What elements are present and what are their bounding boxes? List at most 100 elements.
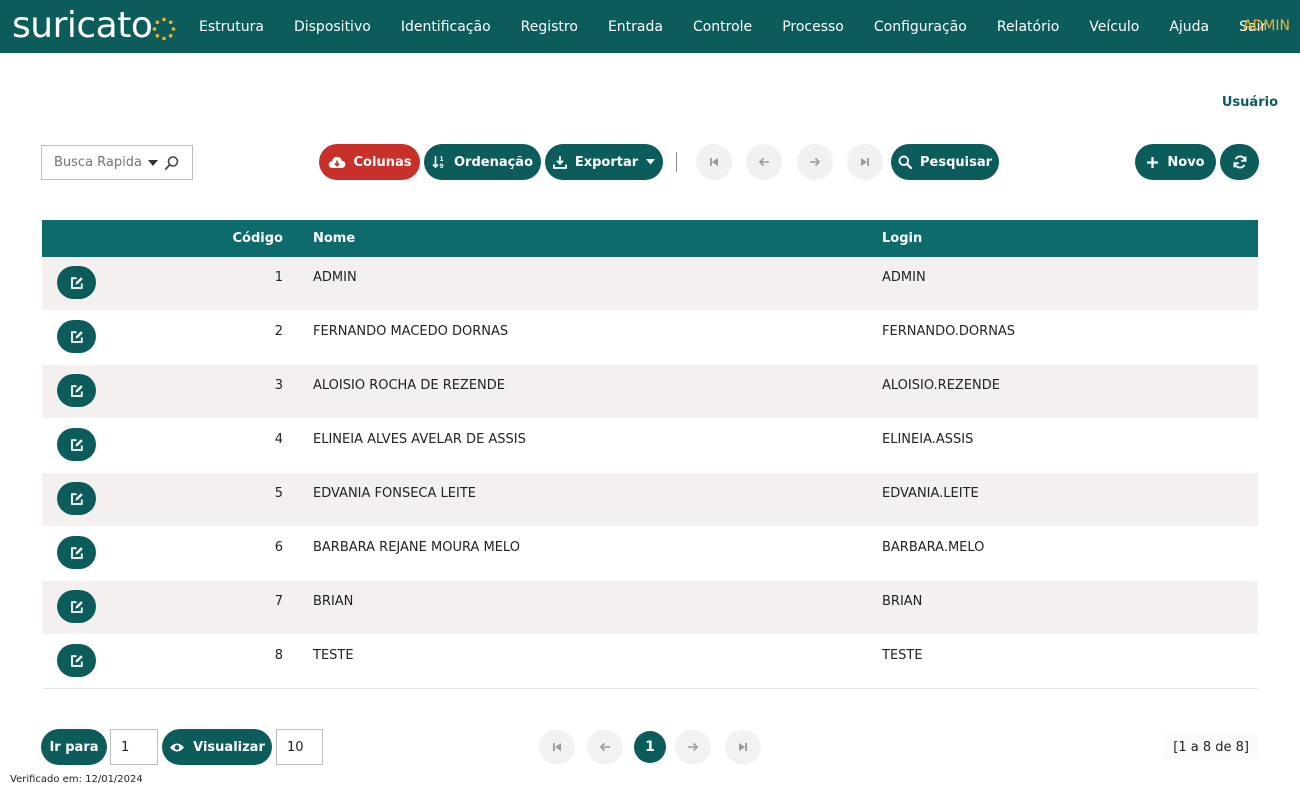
users-table: Código Nome Login 1 ADMIN ADMIN 2 FERNAN… [42,220,1258,689]
menu-dispositivo[interactable]: Dispositivo [294,19,371,35]
column-header-name[interactable]: Nome [313,231,355,246]
goto-button[interactable]: Ir para [41,729,107,765]
quick-search-input[interactable] [54,155,146,170]
last-page-button[interactable] [725,730,761,764]
menu-ajuda[interactable]: Ajuda [1169,19,1209,35]
quick-search-box [41,145,193,180]
previous-record-button[interactable] [746,144,782,180]
edit-button[interactable] [57,374,96,407]
cell-name: BARBARA REJANE MOURA MELO [313,540,520,555]
verified-date: Verificado em: 12/01/2024 [10,774,143,785]
edit-button[interactable] [57,590,96,623]
cell-name: ELINEIA ALVES AVELAR DE ASSIS [313,432,526,447]
cell-login: EDVANIA.LEITE [882,486,979,501]
edit-button[interactable] [57,482,96,515]
caret-down-icon[interactable] [148,159,158,166]
cell-login: BRIAN [882,594,923,609]
edit-button[interactable] [57,536,96,569]
cell-login: TESTE [882,648,923,663]
table-row[interactable]: 5 EDVANIA FONSECA LEITE EDVANIA.LEITE [42,473,1258,527]
cell-name: ADMIN [313,270,357,285]
edit-button[interactable] [57,266,96,299]
arrow-right-icon [810,157,821,167]
edit-icon [70,654,83,667]
new-button[interactable]: Novo [1135,144,1216,180]
menu-registro[interactable]: Registro [521,19,578,35]
menu-entrada[interactable]: Entrada [608,19,663,35]
sort-button[interactable]: 19 Ordenação [424,144,541,180]
new-label: Novo [1167,154,1205,170]
first-page-button[interactable] [539,730,575,764]
menu-controle[interactable]: Controle [693,19,752,35]
search-icon[interactable] [164,155,180,171]
table-row[interactable]: 7 BRIAN BRIAN [42,581,1258,635]
column-header-login[interactable]: Login [882,231,922,246]
edit-button[interactable] [57,644,96,677]
cell-code: 7 [274,594,283,609]
skip-first-icon [710,158,718,166]
goto-label: Ir para [49,739,99,755]
last-record-button[interactable] [847,144,883,180]
cell-code: 4 [274,432,283,447]
next-page-button[interactable] [675,730,711,764]
table-row[interactable]: 6 BARBARA REJANE MOURA MELO BARBARA.MELO [42,527,1258,581]
edit-icon [70,546,83,559]
cell-login: FERNANDO.DORNAS [882,324,1016,339]
user-menu[interactable]: ADMIN [1243,18,1290,34]
caret-down-icon [646,159,656,165]
arrow-left-icon [758,157,769,167]
svg-text:9: 9 [439,163,443,169]
search-button[interactable]: Pesquisar [891,144,999,180]
view-button[interactable]: Visualizar [162,729,272,765]
table-row[interactable]: 1 ADMIN ADMIN [42,257,1258,311]
arrow-right-icon [688,742,699,752]
cell-login: ELINEIA.ASSIS [882,432,974,447]
cell-name: EDVANIA FONSECA LEITE [313,486,476,501]
toolbar-divider [676,152,677,172]
previous-page-button[interactable] [587,730,623,764]
export-button[interactable]: Exportar [545,144,663,180]
goto-page-input[interactable]: 1 [110,729,158,765]
cell-code: 6 [274,540,283,555]
cell-name: FERNANDO MACEDO DORNAS [313,324,509,339]
search-label: Pesquisar [919,154,993,170]
cell-login: BARBARA.MELO [882,540,985,555]
logo-dots-icon [153,17,176,41]
sort-icon: 19 [432,156,444,169]
next-record-button[interactable] [797,144,833,180]
edit-icon [70,600,83,613]
table-header: Código Nome Login [42,220,1258,257]
columns-button[interactable]: Colunas [319,144,420,180]
cell-name: TESTE [313,648,354,663]
menu-configuracao[interactable]: Configuração [874,19,967,35]
cell-code: 3 [274,378,283,393]
table-row[interactable]: 4 ELINEIA ALVES AVELAR DE ASSIS ELINEIA.… [42,419,1258,473]
search-icon [898,155,912,169]
page-title: Usuário [1221,95,1278,110]
table-row[interactable]: 2 FERNANDO MACEDO DORNAS FERNANDO.DORNAS [42,311,1258,365]
export-label: Exportar [574,154,639,170]
record-range: [1 a 8 de 8] [1164,735,1258,759]
edit-button[interactable] [57,320,96,353]
eye-icon [170,743,185,751]
column-header-code[interactable]: Código [233,231,283,246]
first-record-button[interactable] [696,144,732,180]
edit-button[interactable] [57,428,96,461]
refresh-button[interactable] [1220,144,1259,180]
cell-code: 5 [274,486,283,501]
menu-relatorio[interactable]: Relatório [997,19,1059,35]
edit-icon [70,492,83,505]
menu-identificacao[interactable]: Identificação [401,19,491,35]
current-page-button[interactable]: 1 [634,731,666,763]
menu-veiculo[interactable]: Veículo [1089,19,1139,35]
menu-estrutura[interactable]: Estrutura [199,19,264,35]
columns-label: Colunas [353,154,412,170]
menu-processo[interactable]: Processo [782,19,844,35]
suricato-logo[interactable]: suricato [12,4,176,48]
download-icon [552,156,567,169]
edit-icon [70,438,83,451]
table-row[interactable]: 8 TESTE TESTE [42,635,1258,689]
page-size-input[interactable]: 10 [276,729,323,765]
skip-first-icon [553,743,561,751]
table-row[interactable]: 3 ALOISIO ROCHA DE REZENDE ALOISIO.REZEN… [42,365,1258,419]
